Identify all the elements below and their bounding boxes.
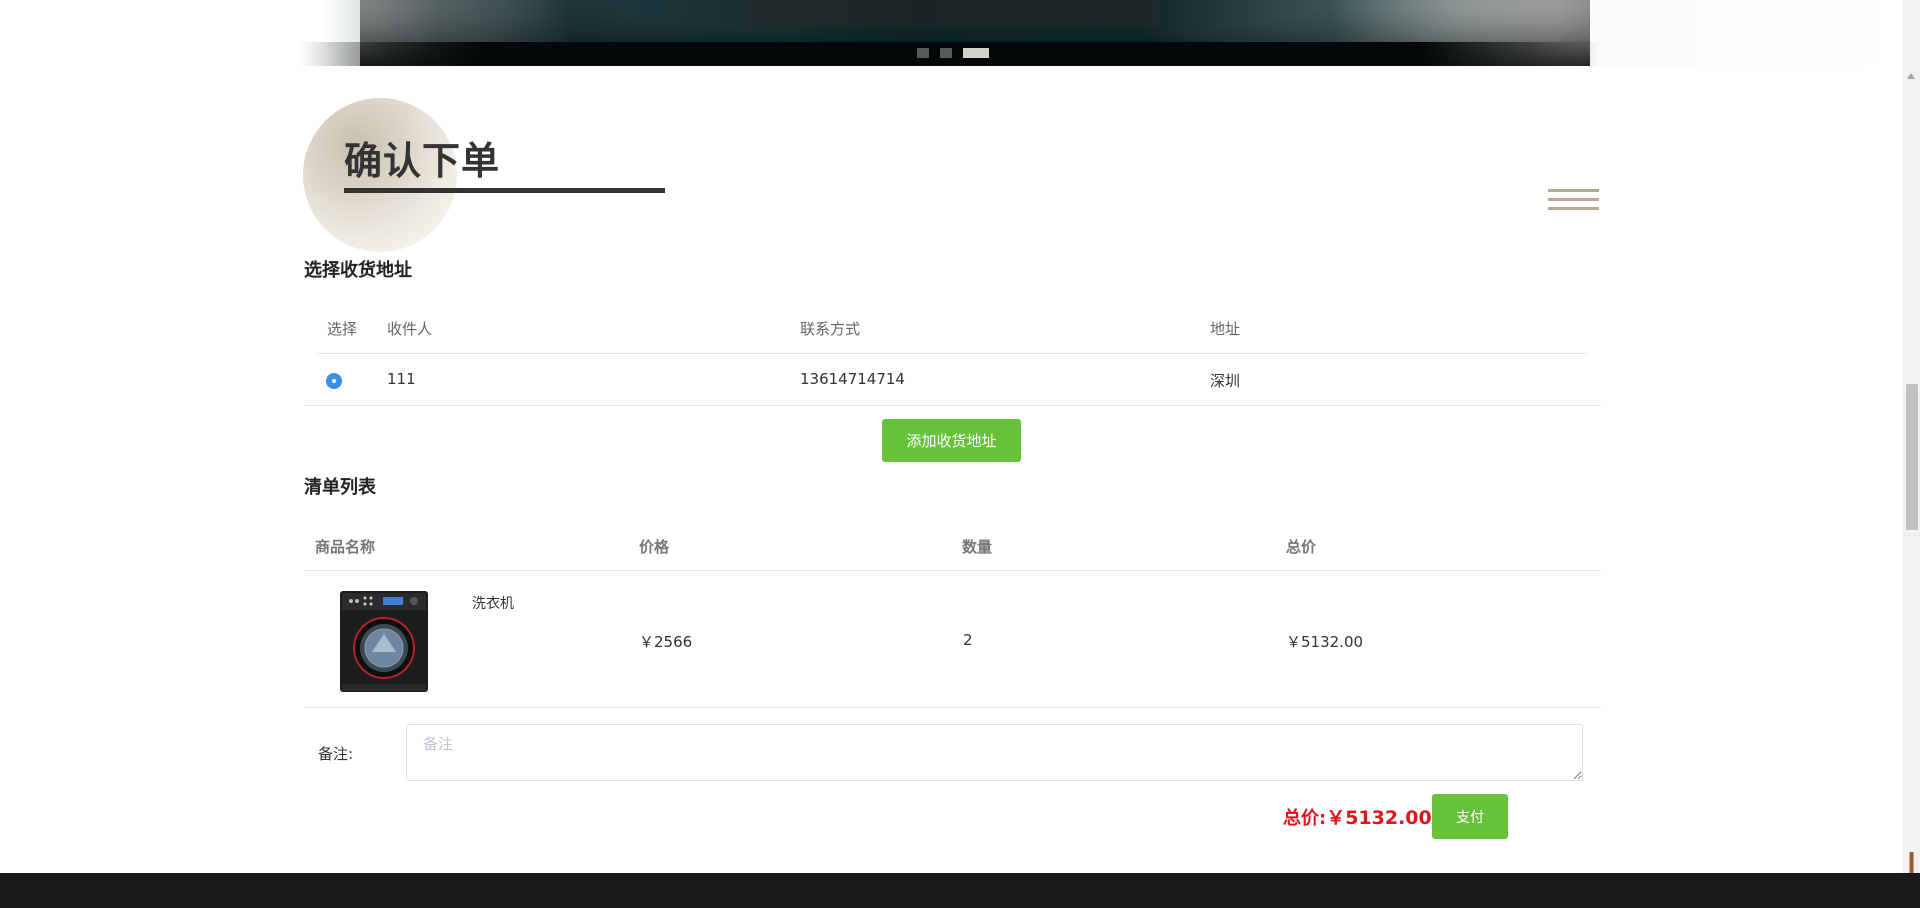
product-price: ￥2566 (639, 633, 693, 651)
address-radio[interactable] (326, 373, 342, 389)
cart-table-header: 商品名称 价格 数量 总价 (304, 522, 1601, 571)
address-table-header: 选择 收件人 联系方式 地址 (304, 307, 1601, 354)
carousel-indicators (917, 48, 989, 58)
column-total: 总价 (1286, 538, 1317, 556)
scroll-up-arrow-icon[interactable] (1907, 73, 1915, 79)
column-product-name: 商品名称 (315, 538, 376, 556)
carousel-dot-2[interactable] (940, 48, 952, 58)
menu-icon[interactable] (1548, 189, 1599, 211)
carousel-dot-3[interactable] (963, 48, 989, 58)
washing-machine-image (340, 591, 428, 692)
receiver-phone: 13614714714 (800, 370, 905, 388)
receiver-name: 111 (387, 370, 416, 388)
column-select: 选择 (327, 320, 358, 338)
carousel-dot-1[interactable] (917, 48, 929, 58)
remark-textarea[interactable] (406, 724, 1583, 781)
add-address-button[interactable]: 添加收货地址 (882, 419, 1021, 462)
receiver-address: 深圳 (1210, 372, 1241, 390)
title-underline (344, 188, 665, 193)
footer-bar (0, 873, 1920, 908)
scrollbar-thumb[interactable] (1906, 384, 1918, 530)
column-address: 地址 (1210, 320, 1241, 338)
column-price: 价格 (639, 538, 670, 556)
address-table: 选择 收件人 联系方式 地址 111 13614714714 深圳 (304, 307, 1601, 406)
product-name: 洗衣机 (472, 596, 514, 612)
address-section-title: 选择收货地址 (304, 260, 412, 281)
page-title: 确认下单 (344, 139, 501, 183)
address-row[interactable]: 111 13614714714 深圳 (304, 354, 1601, 406)
product-quantity: 2 (963, 631, 973, 649)
cart-table: 商品名称 价格 数量 总价 洗衣机 ￥2566 2 ￥5132.00 (304, 522, 1601, 708)
pay-button[interactable]: 支付 (1432, 794, 1508, 839)
cart-item-row: 洗衣机 ￥2566 2 ￥5132.00 (304, 571, 1601, 708)
remark-label: 备注: (318, 745, 354, 763)
total-amount: ￥5132.00 (1326, 807, 1432, 829)
total-label: 总价: (1283, 808, 1327, 829)
column-contact: 联系方式 (800, 320, 861, 338)
scroll-grip-icon (1905, 852, 1918, 873)
page-scrollbar[interactable] (1903, 0, 1920, 873)
banner-caption-box (743, 0, 1160, 29)
order-total: 总价:￥5132.00 (1283, 803, 1432, 830)
cart-section-title: 清单列表 (304, 477, 376, 498)
column-receiver: 收件人 (387, 320, 433, 338)
product-total: ￥5132.00 (1286, 633, 1364, 651)
column-quantity: 数量 (962, 538, 993, 556)
